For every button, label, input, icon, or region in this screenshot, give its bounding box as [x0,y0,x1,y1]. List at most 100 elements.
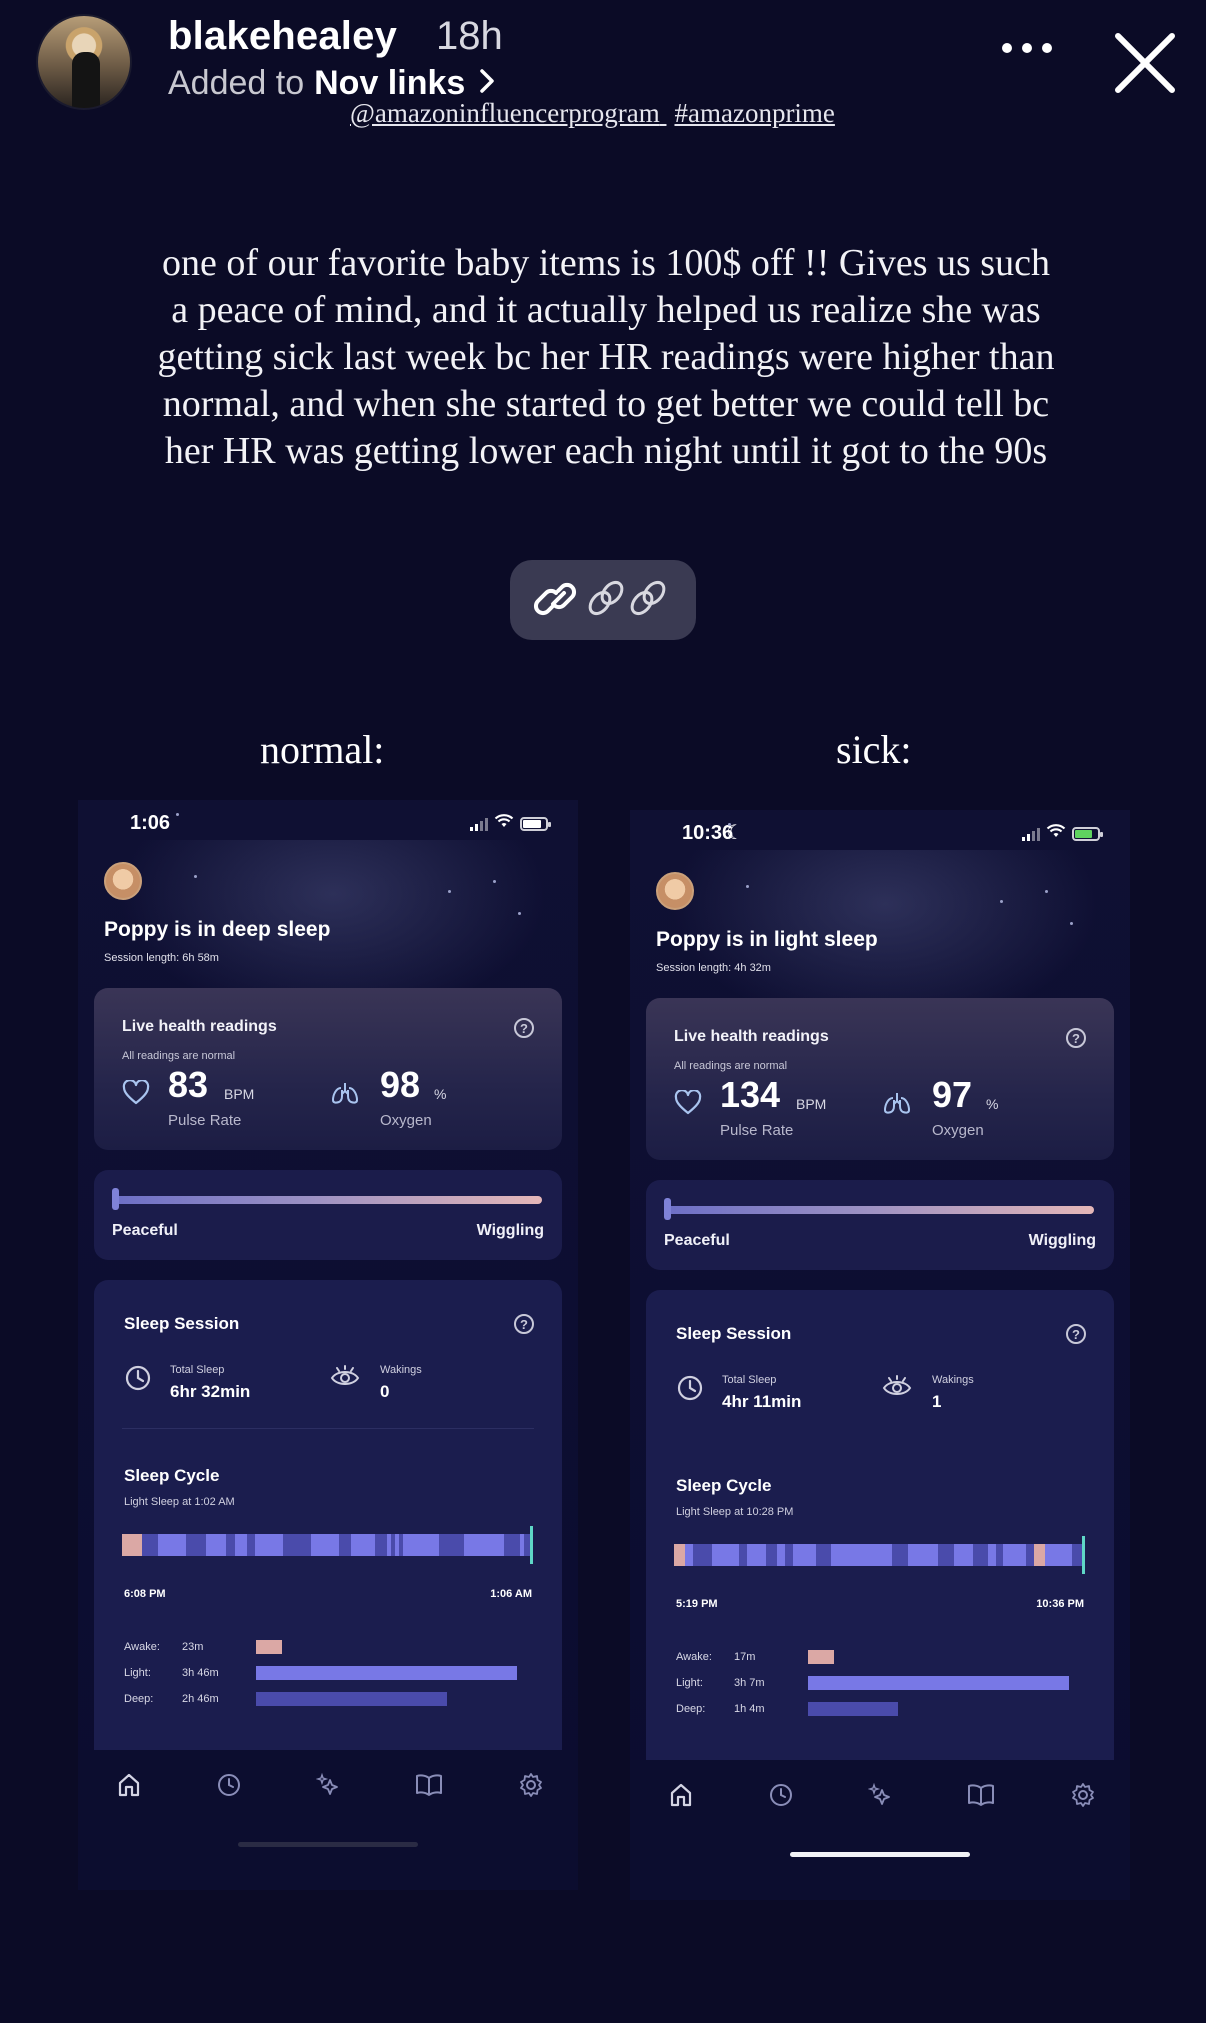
cycle-segment-light [403,1534,440,1556]
star-decoration [448,890,451,893]
sick-label: sick: [836,727,912,772]
movement-indicator [112,1188,119,1210]
sleep-status-title: Poppy is in deep sleep [104,918,331,941]
sleep-session-card[interactable]: Sleep Session? Total Sleep 6hr 32min Waking… [94,1280,562,1750]
home-icon[interactable] [114,1770,144,1800]
cycle-segment-light [1003,1544,1027,1566]
cycle-segment-deep [246,1534,255,1556]
heart-icon [122,1079,150,1111]
cycle-segment-light [907,1544,939,1566]
cycle-segment-deep [972,1544,989,1566]
movement-track [666,1206,1094,1214]
username[interactable]: blakehealey [168,14,397,59]
star-decoration [746,885,749,888]
oxygen-value: 97 [932,1074,973,1115]
legend-bar-light [808,1676,1069,1690]
status-icons [470,814,551,834]
history-clock-icon[interactable] [214,1770,244,1800]
live-health-card[interactable]: Live health readings All readings are nor… [94,988,562,1150]
help-icon[interactable]: ? [1066,1324,1086,1344]
wakings-label: Wakings [380,1364,422,1376]
settings-gear-icon[interactable] [516,1770,546,1800]
book-icon[interactable] [414,1770,444,1800]
cycle-segment-deep [439,1534,464,1556]
story-caption: one of our favorite baby items is 100$ o… [157,242,1055,472]
cycle-start-time: 6:08 PM [124,1588,166,1600]
hashtag[interactable]: #amazonprime [674,98,834,128]
wakings-label: Wakings [932,1374,974,1386]
movement-track [114,1196,542,1204]
pulse-label: Pulse Rate [168,1112,242,1129]
more-options-icon[interactable] [1002,38,1052,58]
cycle-segment-light [792,1544,816,1566]
legend-row: Light: 3h 46m [124,1664,532,1684]
home-icon[interactable] [666,1780,696,1810]
settings-gear-icon[interactable] [1068,1780,1098,1810]
movement-card: Peaceful Wiggling [646,1180,1114,1270]
help-icon[interactable]: ? [514,1018,534,1038]
wakings-value: 0 [380,1382,390,1401]
wifi-icon [494,814,514,834]
legend-value: 3h 46m [182,1667,219,1679]
movement-card: Peaceful Wiggling [94,1170,562,1260]
profile-avatar[interactable] [36,14,132,110]
legend-value: 1h 4m [734,1703,765,1715]
wiggling-label: Wiggling [1028,1232,1096,1249]
help-icon[interactable]: ? [514,1314,534,1334]
card-subtitle: All readings are normal [674,1060,788,1072]
link-chain-icon [528,573,678,628]
mention-tag[interactable]: @amazoninfluencerprogram [350,98,660,128]
legend-value: 23m [182,1641,204,1653]
pulse-value: 83 [168,1064,209,1105]
cycle-segment-deep [995,1544,1004,1566]
total-sleep-label: Total Sleep [170,1364,225,1376]
oxygen-label: Oxygen [932,1122,984,1139]
card-title: Live health readings [674,1028,829,1045]
wakings-value: 1 [932,1392,942,1411]
book-icon[interactable] [966,1780,996,1810]
star-decoration [493,880,496,883]
cycle-segment-deep [503,1534,520,1556]
baby-avatar[interactable] [656,872,694,910]
legend-key: Light: [124,1667,151,1679]
legend-key: Deep: [124,1693,154,1705]
legend-value: 2h 46m [182,1693,219,1705]
cycle-segment-deep [785,1544,793,1566]
mention-tags: @amazoninfluencerprogram #amazonprime [350,98,835,129]
cycle-segment-awake [674,1544,686,1566]
cellular-signal-icon [1022,827,1040,841]
help-icon[interactable]: ? [1066,1028,1086,1048]
close-icon[interactable] [1112,30,1178,96]
cycle-segment-deep [765,1544,778,1566]
sparkles-icon[interactable] [314,1770,344,1800]
legend-row: Deep: 1h 4m [676,1700,1084,1720]
cycle-segment-awake [122,1534,143,1556]
legend-value: 17m [734,1651,756,1663]
history-clock-icon[interactable] [766,1780,796,1810]
sleep-cycle-title: Sleep Cycle [676,1476,772,1495]
current-time-marker [530,1526,533,1564]
star-decoration [728,823,731,826]
legend-key: Light: [676,1677,703,1689]
legend-bar-deep [256,1692,447,1706]
home-indicator [238,1842,418,1847]
card-subtitle: All readings are normal [122,1050,236,1062]
peaceful-label: Peaceful [664,1232,730,1249]
cycle-segment-light [831,1544,893,1566]
sparkles-icon[interactable] [866,1780,896,1810]
live-health-card[interactable]: Live health readings All readings are nor… [646,998,1114,1160]
cellular-signal-icon [470,817,488,831]
cycle-segment-light [988,1544,996,1566]
sleep-session-card[interactable]: Sleep Session? Total Sleep 4hr 11min Waking… [646,1290,1114,1760]
cycle-segment-light [463,1534,504,1556]
oxygen-label: Oxygen [380,1112,432,1129]
movement-indicator [664,1198,671,1220]
link-sticker[interactable] [510,560,696,640]
cycle-segment-deep [375,1534,388,1556]
oxygen-unit: % [434,1086,447,1102]
legend-row: Awake: 23m [124,1638,532,1658]
card-title: Live health readings [122,1018,277,1035]
cycle-segment-light [351,1534,376,1556]
total-sleep-label: Total Sleep [722,1374,777,1386]
baby-avatar[interactable] [104,862,142,900]
